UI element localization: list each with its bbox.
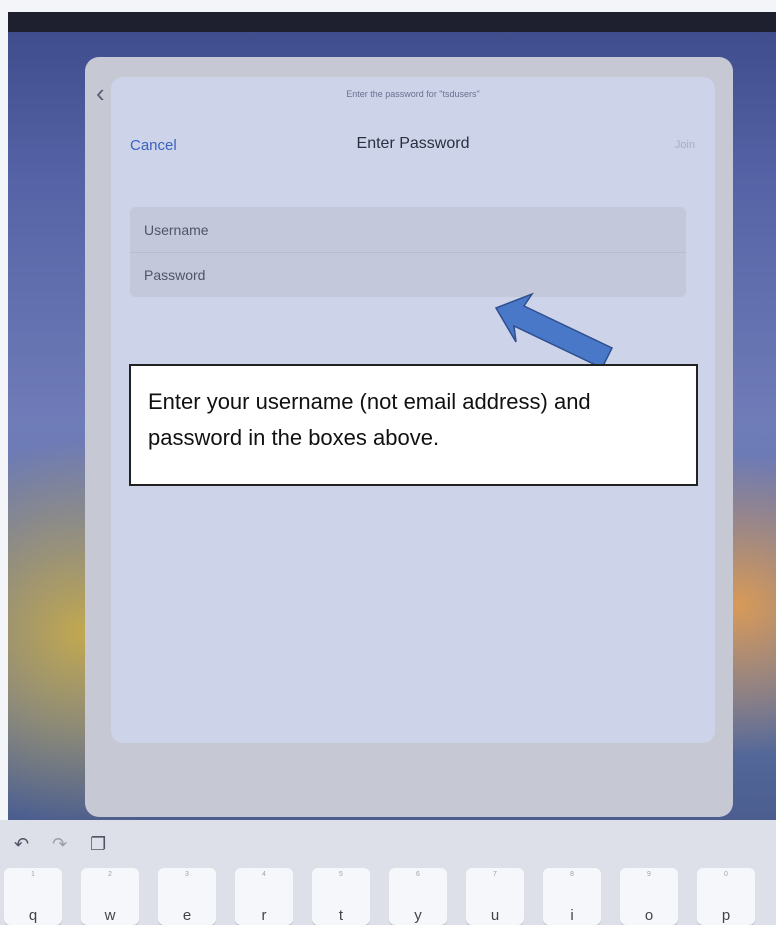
key-top-glyph: 9 (647, 871, 651, 878)
username-field[interactable] (130, 207, 670, 252)
key-y[interactable]: 6y (389, 868, 447, 925)
dialog-prompt: Enter the password for "tsdusers" (346, 89, 480, 99)
key-label: t (338, 907, 344, 924)
key-top-glyph: 3 (185, 871, 189, 878)
key-label: q (28, 907, 38, 924)
pointer-arrow-icon (494, 292, 614, 369)
key-u[interactable]: 7u (466, 868, 524, 925)
key-e[interactable]: 3e (158, 868, 216, 925)
key-label: p (721, 907, 731, 924)
back-chevron-icon[interactable]: ‹ (96, 80, 105, 106)
key-w[interactable]: 2w (81, 868, 139, 925)
undo-icon[interactable]: ↶ (14, 834, 29, 855)
dialog-title: Enter Password (356, 135, 470, 152)
paste-icon[interactable]: ❐ (90, 834, 106, 855)
key-top-glyph: 1 (31, 871, 35, 878)
key-label: u (490, 907, 500, 924)
key-label: o (644, 907, 654, 924)
key-label: r (261, 907, 267, 924)
screen-bezel (8, 12, 776, 32)
key-top-glyph: 5 (339, 871, 343, 878)
key-q[interactable]: 1q (4, 868, 62, 925)
key-top-glyph: 0 (724, 871, 728, 878)
key-top-glyph: 6 (416, 871, 420, 878)
key-r[interactable]: 4r (235, 868, 293, 925)
key-label: e (182, 907, 192, 924)
redo-icon[interactable]: ↷ (52, 834, 67, 855)
key-o[interactable]: 9o (620, 868, 678, 925)
key-top-glyph: 7 (493, 871, 497, 878)
key-i[interactable]: 8i (543, 868, 601, 925)
key-p[interactable]: 0p (697, 868, 755, 925)
key-top-glyph: 4 (262, 871, 266, 878)
key-label: w (104, 907, 116, 924)
credentials-form (130, 207, 686, 297)
key-t[interactable]: 5t (312, 868, 370, 925)
key-top-glyph: 2 (108, 871, 112, 878)
key-label: y (414, 907, 422, 924)
join-button[interactable]: Join (675, 139, 695, 151)
instruction-callout: Enter your username (not email address) … (129, 364, 698, 486)
key-top-glyph: 8 (570, 871, 574, 878)
key-label: i (570, 907, 574, 924)
username-row (130, 207, 686, 253)
callout-text: Enter your username (not email address) … (148, 389, 591, 450)
